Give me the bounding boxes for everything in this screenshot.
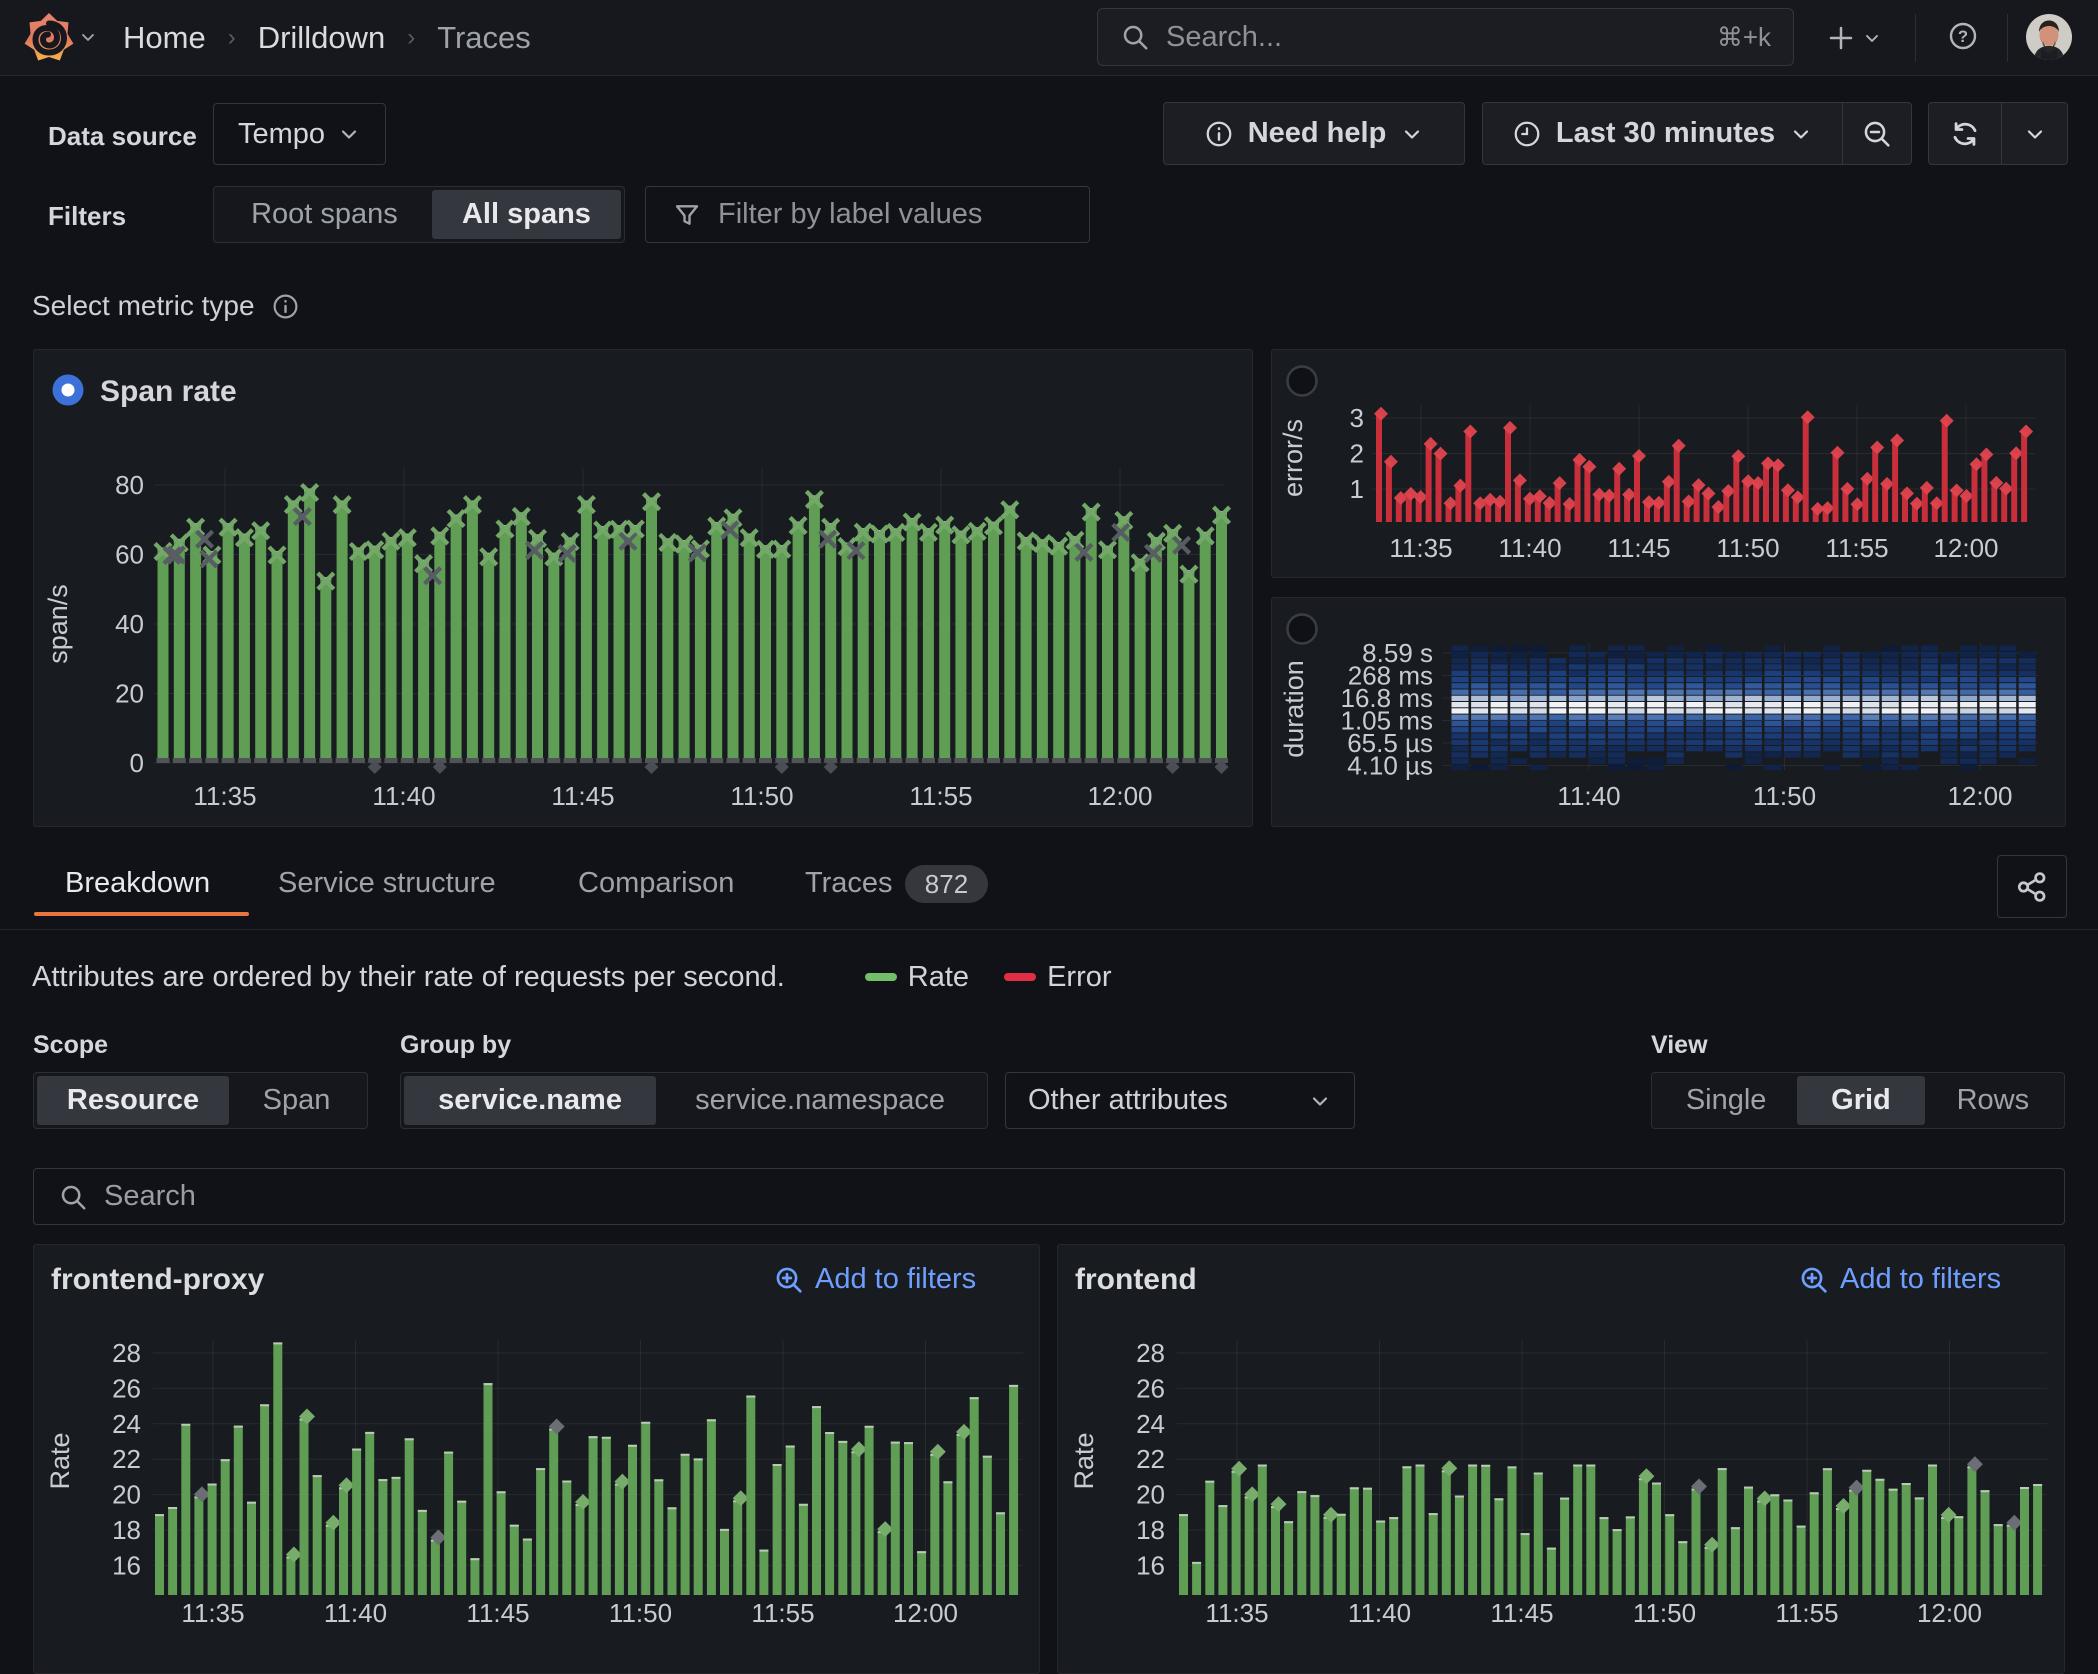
svg-text:11:40: 11:40 [372, 781, 435, 811]
svg-text:3: 3 [1350, 403, 1364, 433]
svg-text:11:35: 11:35 [181, 1598, 244, 1628]
svg-text:24: 24 [1136, 1409, 1165, 1439]
svg-text:Rate: Rate [45, 1432, 75, 1489]
svg-text:20: 20 [112, 1480, 141, 1510]
svg-text:11:40: 11:40 [1348, 1598, 1411, 1628]
svg-text:11:35: 11:35 [193, 781, 256, 811]
svg-text:22: 22 [1136, 1444, 1165, 1474]
svg-text:11:45: 11:45 [1490, 1598, 1553, 1628]
svg-text:11:55: 11:55 [1775, 1598, 1838, 1628]
svg-text:22: 22 [112, 1444, 141, 1474]
svg-text:11:45: 11:45 [551, 781, 614, 811]
svg-text:20: 20 [1136, 1480, 1165, 1510]
svg-text:11:50: 11:50 [730, 781, 793, 811]
svg-text:11:40: 11:40 [1498, 533, 1561, 563]
svg-text:11:45: 11:45 [1607, 533, 1670, 563]
svg-text:11:55: 11:55 [909, 781, 972, 811]
svg-text:24: 24 [112, 1409, 141, 1439]
svg-text:11:45: 11:45 [466, 1598, 529, 1628]
svg-text:12:00: 12:00 [1917, 1598, 1982, 1628]
svg-text:28: 28 [1136, 1338, 1165, 1368]
svg-text:11:55: 11:55 [751, 1598, 814, 1628]
svg-text:1: 1 [1350, 474, 1364, 504]
svg-text:?: ? [1958, 27, 1968, 46]
svg-text:4.10 µs: 4.10 µs [1347, 751, 1433, 781]
svg-text:12:00: 12:00 [893, 1598, 958, 1628]
svg-text:11:50: 11:50 [1633, 1598, 1696, 1628]
svg-text:2: 2 [1350, 439, 1364, 469]
svg-text:11:40: 11:40 [324, 1598, 387, 1628]
svg-text:26: 26 [1136, 1373, 1165, 1403]
svg-text:18: 18 [1136, 1515, 1165, 1545]
svg-text:18: 18 [112, 1515, 141, 1545]
svg-text:span/s: span/s [43, 584, 73, 664]
svg-text:0: 0 [130, 748, 144, 778]
svg-text:16: 16 [112, 1550, 141, 1580]
svg-text:60: 60 [115, 540, 144, 570]
svg-text:error/s: error/s [1278, 419, 1308, 497]
svg-text:11:50: 11:50 [609, 1598, 672, 1628]
svg-text:20: 20 [115, 679, 144, 709]
svg-text:12:00: 12:00 [1087, 781, 1152, 811]
svg-text:Rate: Rate [1069, 1432, 1099, 1489]
svg-text:16: 16 [1136, 1550, 1165, 1580]
svg-text:11:35: 11:35 [1389, 533, 1452, 563]
svg-text:26: 26 [112, 1373, 141, 1403]
svg-text:80: 80 [115, 470, 144, 500]
svg-text:duration: duration [1279, 660, 1309, 758]
svg-text:11:50: 11:50 [1716, 533, 1779, 563]
svg-text:40: 40 [115, 609, 144, 639]
svg-text:11:40: 11:40 [1557, 781, 1620, 811]
svg-text:11:35: 11:35 [1205, 1598, 1268, 1628]
svg-text:11:55: 11:55 [1825, 533, 1888, 563]
svg-text:12:00: 12:00 [1947, 781, 2012, 811]
svg-text:12:00: 12:00 [1933, 533, 1998, 563]
svg-text:28: 28 [112, 1338, 141, 1368]
svg-text:Span rate: Span rate [100, 375, 237, 408]
svg-text:11:50: 11:50 [1753, 781, 1816, 811]
